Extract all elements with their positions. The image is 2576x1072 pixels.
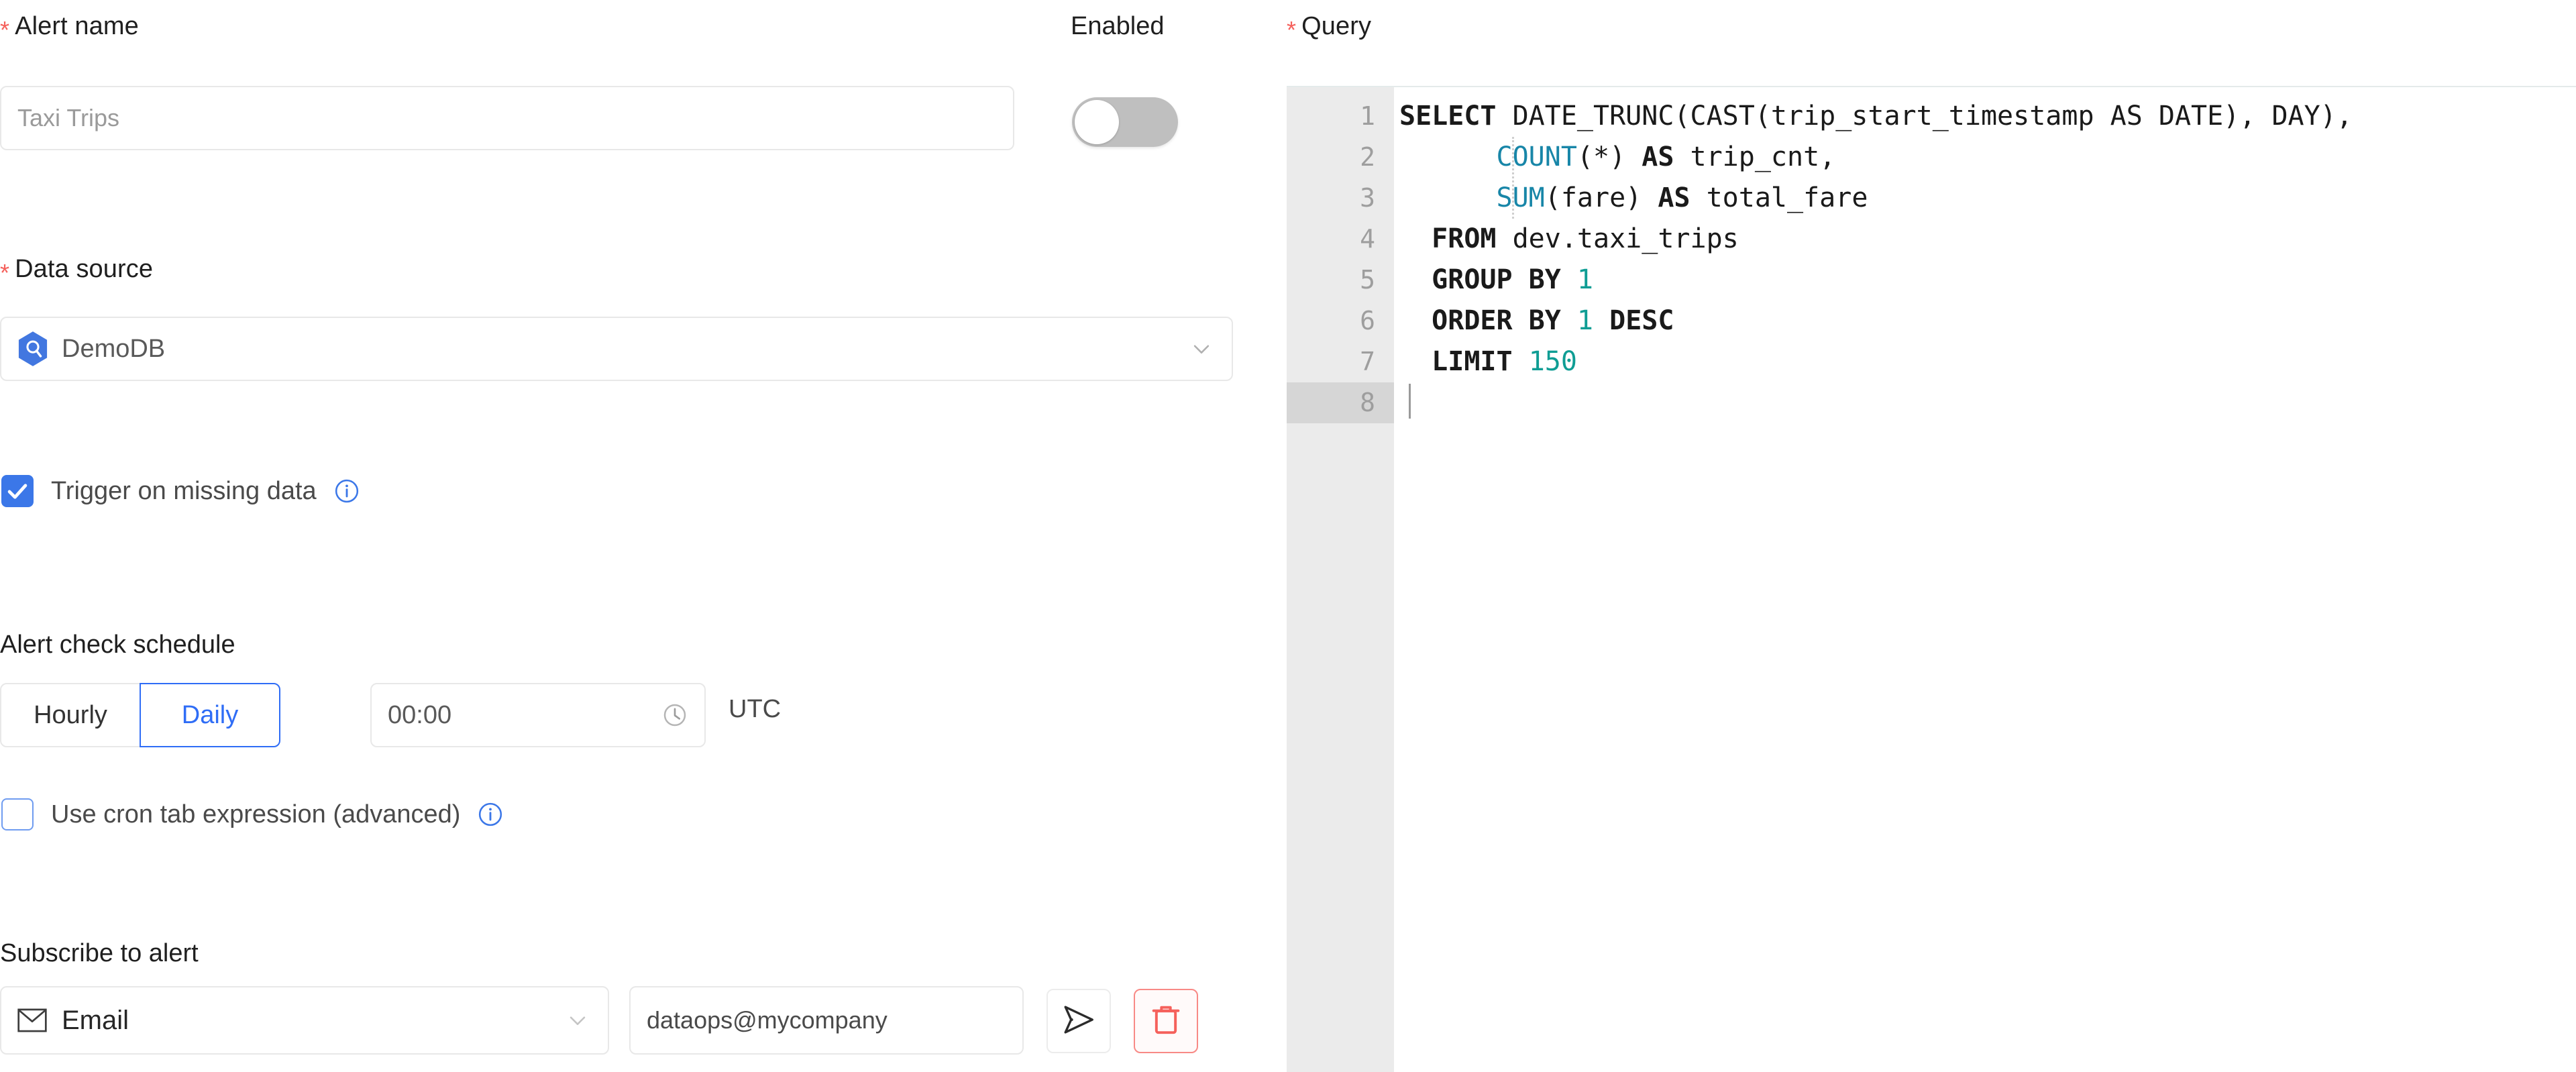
sql-code-line: [1394, 382, 2576, 423]
sql-token: trip_cnt,: [1674, 142, 1836, 172]
sql-token: 150: [1528, 346, 1577, 377]
alert-editor-page: * Alert name Taxi Trips Enabled * Data s…: [0, 0, 2576, 1072]
required-asterisk-icon: *: [0, 16, 10, 44]
sql-token: (*): [1576, 142, 1642, 172]
sql-token: total_fare: [1690, 182, 1868, 213]
sql-token: AS: [1658, 182, 1690, 213]
sql-code-line: COUNT(*) AS trip_cnt,: [1394, 137, 2576, 178]
delete-subscriber-button[interactable]: [1134, 989, 1198, 1053]
trigger-on-missing-data-checkbox[interactable]: [1, 475, 34, 507]
sql-code-line: SELECT DATE_TRUNC(CAST(trip_start_timest…: [1394, 96, 2576, 137]
alert-settings-form: * Alert name Taxi Trips Enabled * Data s…: [0, 0, 1233, 1072]
subscribe-channel-name: Email: [62, 1005, 129, 1035]
info-circle-icon[interactable]: [334, 478, 360, 504]
data-source-label-text: Data source: [15, 255, 154, 283]
line-number: 2: [1360, 142, 1375, 172]
required-asterisk-icon: *: [1287, 16, 1297, 44]
sql-editor-gutter: 1 2 3 4 5 6 7 8: [1287, 87, 1394, 1072]
send-test-button[interactable]: [1046, 989, 1111, 1053]
trigger-on-missing-data-label: Trigger on missing data: [51, 476, 317, 505]
required-asterisk-icon: *: [0, 259, 10, 286]
data-source-label: * Data source: [0, 255, 154, 286]
line-number: 7: [1360, 347, 1375, 376]
alert-name-label-text: Alert name: [15, 12, 139, 40]
line-number: 1: [1360, 101, 1375, 131]
line-number: 3: [1360, 183, 1375, 213]
sql-code-line: ORDER BY 1 DESC: [1394, 301, 2576, 341]
toggle-knob: [1075, 100, 1119, 144]
sql-editor-code[interactable]: SELECT DATE_TRUNC(CAST(trip_start_timest…: [1394, 87, 2576, 1072]
schedule-frequency-group: Hourly Daily: [0, 683, 280, 747]
chevron-down-icon[interactable]: [566, 1009, 589, 1032]
subscribe-channel-select[interactable]: Email: [0, 986, 609, 1055]
database-hex-icon: [17, 331, 48, 366]
clock-icon[interactable]: [661, 702, 688, 729]
sql-token: LIMIT: [1432, 346, 1513, 377]
sql-code-line: FROM dev.taxi_trips: [1394, 219, 2576, 260]
data-source-value: DemoDB: [17, 331, 165, 366]
sql-token: SELECT: [1399, 101, 1497, 131]
sql-token: DATE_TRUNC(CAST(trip_start_timestamp AS …: [1496, 101, 2353, 131]
sql-token: (fare): [1544, 182, 1658, 213]
schedule-option-daily[interactable]: Daily: [140, 683, 280, 747]
sql-token: SUM: [1496, 182, 1545, 213]
query-panel: * Query 1 2 3 4 5 6 7 8 SELECT DATE_TRUN…: [1228, 0, 2576, 1072]
alert-name-input[interactable]: Taxi Trips: [0, 86, 1014, 150]
sql-token: FROM: [1432, 223, 1497, 254]
sql-token: GROUP BY: [1432, 264, 1561, 295]
schedule-time-value: 00:00: [388, 700, 452, 729]
schedule-timezone-label: UTC: [729, 695, 782, 723]
alert-check-schedule-heading: Alert check schedule: [0, 631, 235, 659]
alert-name-placeholder: Taxi Trips: [17, 104, 120, 131]
use-cron-expression-label: Use cron tab expression (advanced): [51, 800, 461, 828]
chevron-down-icon[interactable]: [1190, 337, 1213, 360]
sql-token: ORDER BY: [1432, 305, 1561, 336]
enabled-toggle[interactable]: [1072, 97, 1178, 147]
trigger-on-missing-data-row[interactable]: Trigger on missing data: [1, 475, 360, 507]
query-label-text: Query: [1301, 12, 1372, 40]
subscribe-recipient-input[interactable]: dataops@mycompany: [629, 986, 1024, 1055]
sql-token: AS: [1642, 142, 1674, 172]
alert-name-label: * Alert name: [0, 12, 139, 44]
enabled-label: Enabled: [1071, 12, 1165, 40]
line-number: 4: [1360, 224, 1375, 254]
data-source-select[interactable]: DemoDB: [0, 317, 1233, 381]
trash-icon: [1150, 1003, 1181, 1040]
info-circle-icon[interactable]: [478, 802, 503, 827]
sql-token: COUNT: [1496, 142, 1577, 172]
sql-editor[interactable]: 1 2 3 4 5 6 7 8 SELECT DATE_TRUNC(CAST(t…: [1287, 86, 2576, 1072]
subscribe-to-alert-heading: Subscribe to alert: [0, 939, 199, 967]
line-number: 5: [1360, 265, 1375, 294]
line-number: 6: [1360, 306, 1375, 335]
sql-code-line: GROUP BY 1: [1394, 260, 2576, 301]
subscribe-channel-value: Email: [17, 1006, 129, 1036]
schedule-time-input[interactable]: 00:00: [370, 683, 706, 747]
sql-token: DESC: [1609, 305, 1674, 336]
sql-token: 1: [1576, 305, 1594, 336]
subscribe-recipient-value: dataops@mycompany: [647, 1006, 888, 1034]
data-source-name: DemoDB: [62, 334, 166, 363]
use-cron-expression-row[interactable]: Use cron tab expression (advanced): [1, 798, 503, 830]
send-plane-icon: [1061, 1002, 1097, 1041]
sql-code-line: LIMIT 150: [1394, 341, 2576, 382]
line-number-active: 8: [1287, 382, 1394, 423]
sql-token: 1: [1576, 264, 1594, 295]
query-label: * Query: [1287, 12, 1372, 44]
envelope-icon: [17, 1008, 47, 1032]
use-cron-expression-checkbox[interactable]: [1, 798, 34, 830]
sql-token: dev.taxi_trips: [1496, 223, 1739, 254]
sql-code-line: SUM(fare) AS total_fare: [1394, 178, 2576, 219]
schedule-option-hourly[interactable]: Hourly: [0, 683, 141, 747]
